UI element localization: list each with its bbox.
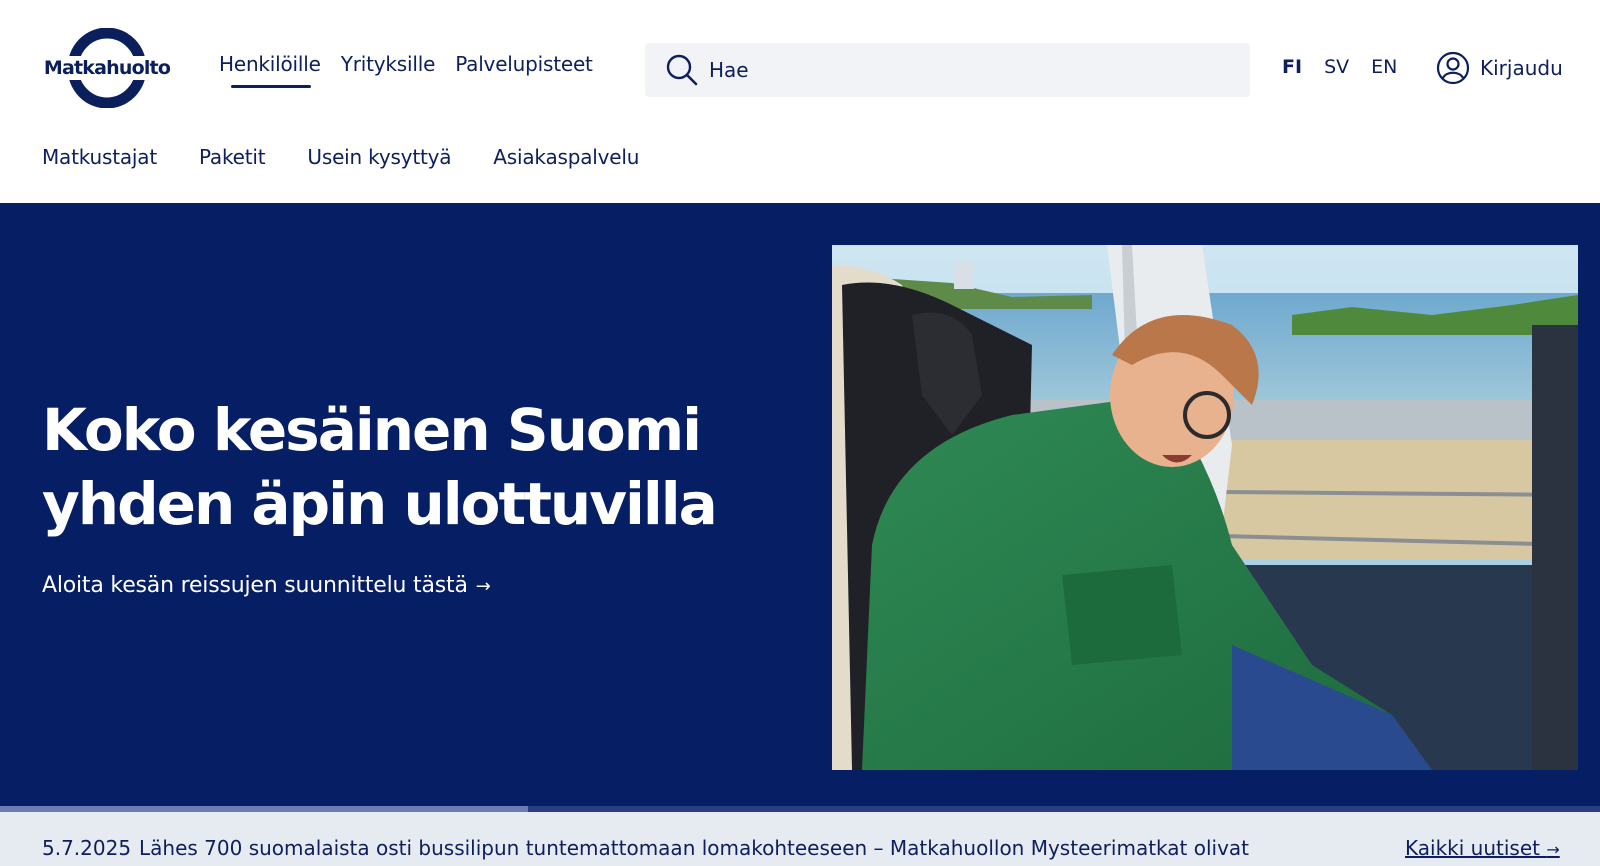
hero-photo-illustration: [832, 245, 1578, 770]
hero-banner: Koko kesäinen Suomi yhden äpin ulottuvil…: [0, 203, 1600, 806]
all-news-label: Kaikki uutiset: [1405, 836, 1540, 860]
login-label: Kirjaudu: [1480, 56, 1563, 80]
subnav-asiakaspalvelu[interactable]: Asiakaspalvelu: [493, 145, 639, 169]
logo-text: Matkahuolto: [42, 56, 172, 80]
lang-sv[interactable]: SV: [1324, 56, 1349, 78]
hero-image: [832, 245, 1578, 770]
lang-en[interactable]: EN: [1371, 56, 1397, 78]
matkahuolto-logo[interactable]: Matkahuolto: [42, 28, 172, 108]
news-headline-link[interactable]: Lähes 700 suomalaista osti bussilipun tu…: [139, 836, 1349, 860]
subnav-paketit[interactable]: Paketit: [199, 145, 266, 169]
search-bar[interactable]: [645, 43, 1250, 97]
hero-title: Koko kesäinen Suomi yhden äpin ulottuvil…: [42, 393, 822, 541]
login-button[interactable]: Kirjaudu: [1436, 51, 1563, 85]
nav-henkiloille[interactable]: Henkilöille: [219, 52, 321, 88]
nav-palvelupisteet[interactable]: Palvelupisteet: [455, 52, 593, 88]
user-circle-icon: [1436, 51, 1470, 85]
news-date: 5.7.2025: [42, 836, 132, 860]
site-header: Matkahuolto Henkilöille Yrityksille Palv…: [0, 0, 1600, 203]
hero-title-line1: Koko kesäinen Suomi: [42, 396, 702, 464]
sub-nav: Matkustajat Paketit Usein kysyttyä Asiak…: [42, 145, 639, 169]
subnav-matkustajat[interactable]: Matkustajat: [42, 145, 157, 169]
hero-cta-link[interactable]: Aloita kesän reissujen suunnittelu tästä…: [42, 573, 491, 598]
hero-cta-label: Aloita kesän reissujen suunnittelu tästä: [42, 573, 468, 598]
lang-fi[interactable]: FI: [1282, 56, 1302, 78]
arrow-right-icon: →: [1546, 840, 1560, 859]
hero-title-line2: yhden äpin ulottuvilla: [42, 470, 718, 538]
language-switcher: FI SV EN: [1282, 56, 1397, 78]
search-input[interactable]: [709, 58, 1209, 82]
subnav-usein-kysyttya[interactable]: Usein kysyttyä: [307, 145, 451, 169]
arrow-right-icon: →: [475, 576, 491, 597]
main-nav: Henkilöille Yrityksille Palvelupisteet: [219, 52, 593, 88]
nav-yrityksille[interactable]: Yrityksille: [341, 52, 436, 88]
search-icon: [666, 54, 698, 86]
news-ticker: 5.7.2025 Lähes 700 suomalaista osti buss…: [0, 812, 1600, 866]
all-news-link[interactable]: Kaikki uutiset →: [1405, 836, 1560, 860]
